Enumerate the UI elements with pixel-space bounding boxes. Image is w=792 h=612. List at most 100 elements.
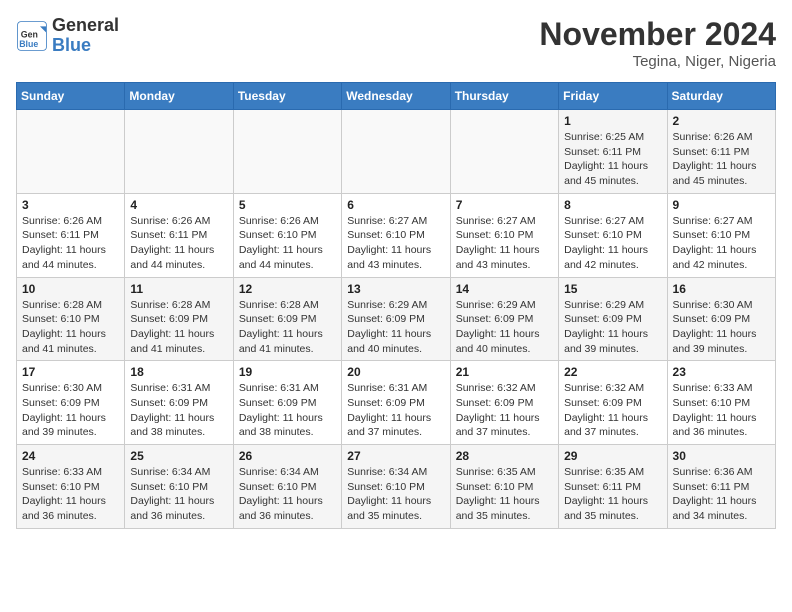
- day-number: 7: [456, 198, 553, 212]
- calendar-week-row: 1 Sunrise: 6:25 AM Sunset: 6:11 PM Daylig…: [17, 110, 776, 194]
- calendar-week-row: 24 Sunrise: 6:33 AM Sunset: 6:10 PM Dayli…: [17, 445, 776, 529]
- day-number: 13: [347, 282, 444, 296]
- day-info: Sunrise: 6:36 AM Sunset: 6:11 PM Dayligh…: [673, 465, 770, 524]
- day-number: 11: [130, 282, 227, 296]
- day-info: Sunrise: 6:33 AM Sunset: 6:10 PM Dayligh…: [673, 381, 770, 440]
- day-number: 20: [347, 365, 444, 379]
- weekday-header: Sunday: [17, 83, 125, 110]
- calendar-day-cell: 1 Sunrise: 6:25 AM Sunset: 6:11 PM Daylig…: [559, 110, 667, 194]
- day-info: Sunrise: 6:27 AM Sunset: 6:10 PM Dayligh…: [456, 214, 553, 273]
- day-info: Sunrise: 6:34 AM Sunset: 6:10 PM Dayligh…: [347, 465, 444, 524]
- day-number: 19: [239, 365, 336, 379]
- calendar-day-cell: 22Sunrise: 6:32 AM Sunset: 6:09 PM Dayli…: [559, 361, 667, 445]
- calendar-day-cell: [450, 110, 558, 194]
- calendar-day-cell: 15Sunrise: 6:29 AM Sunset: 6:09 PM Dayli…: [559, 277, 667, 361]
- page-header: Gen Blue General Blue November 2024 Tegi…: [16, 16, 776, 70]
- day-number: 26: [239, 449, 336, 463]
- month-title: November 2024: [539, 16, 776, 53]
- day-number: 27: [347, 449, 444, 463]
- day-info: Sunrise: 6:26 AM Sunset: 6:10 PM Dayligh…: [239, 214, 336, 273]
- day-number: 23: [673, 365, 770, 379]
- day-number: 16: [673, 282, 770, 296]
- day-number: 21: [456, 365, 553, 379]
- logo: Gen Blue General Blue: [16, 16, 119, 56]
- calendar-day-cell: 19 Sunrise: 6:31 AM Sunset: 6:09 PM Dayli…: [233, 361, 341, 445]
- day-number: 17: [22, 365, 119, 379]
- day-info: Sunrise: 6:25 AM Sunset: 6:11 PM Dayligh…: [564, 130, 661, 189]
- day-info: Sunrise: 6:31 AM Sunset: 6:09 PM Dayligh…: [130, 381, 227, 440]
- calendar-day-cell: 29 Sunrise: 6:35 AM Sunset: 6:11 PM Dayli…: [559, 445, 667, 529]
- day-number: 10: [22, 282, 119, 296]
- day-number: 28: [456, 449, 553, 463]
- day-number: 4: [130, 198, 227, 212]
- day-number: 9: [673, 198, 770, 212]
- calendar-day-cell: 3 Sunrise: 6:26 AM Sunset: 6:11 PM Daylig…: [17, 193, 125, 277]
- calendar-week-row: 17 Sunrise: 6:30 AM Sunset: 6:09 PM Dayli…: [17, 361, 776, 445]
- calendar-day-cell: 11 Sunrise: 6:28 AM Sunset: 6:09 PM Dayli…: [125, 277, 233, 361]
- calendar-day-cell: 28 Sunrise: 6:35 AM Sunset: 6:10 PM Dayli…: [450, 445, 558, 529]
- calendar-day-cell: 25 Sunrise: 6:34 AM Sunset: 6:10 PM Dayli…: [125, 445, 233, 529]
- logo-general-text: General: [52, 16, 119, 36]
- day-info: Sunrise: 6:33 AM Sunset: 6:10 PM Dayligh…: [22, 465, 119, 524]
- calendar-table: SundayMondayTuesdayWednesdayThursdayFrid…: [16, 82, 776, 529]
- calendar-day-cell: 2 Sunrise: 6:26 AM Sunset: 6:11 PM Daylig…: [667, 110, 775, 194]
- day-info: Sunrise: 6:30 AM Sunset: 6:09 PM Dayligh…: [22, 381, 119, 440]
- calendar-day-cell: 6Sunrise: 6:27 AM Sunset: 6:10 PM Daylig…: [342, 193, 450, 277]
- day-number: 3: [22, 198, 119, 212]
- day-number: 29: [564, 449, 661, 463]
- day-number: 8: [564, 198, 661, 212]
- calendar-day-cell: 16 Sunrise: 6:30 AM Sunset: 6:09 PM Dayli…: [667, 277, 775, 361]
- day-info: Sunrise: 6:27 AM Sunset: 6:10 PM Dayligh…: [673, 214, 770, 273]
- day-info: Sunrise: 6:34 AM Sunset: 6:10 PM Dayligh…: [130, 465, 227, 524]
- day-number: 5: [239, 198, 336, 212]
- day-info: Sunrise: 6:32 AM Sunset: 6:09 PM Dayligh…: [456, 381, 553, 440]
- calendar-day-cell: 26Sunrise: 6:34 AM Sunset: 6:10 PM Dayli…: [233, 445, 341, 529]
- location-text: Tegina, Niger, Nigeria: [539, 53, 776, 70]
- calendar-day-cell: 12 Sunrise: 6:28 AM Sunset: 6:09 PM Dayli…: [233, 277, 341, 361]
- day-info: Sunrise: 6:28 AM Sunset: 6:09 PM Dayligh…: [239, 298, 336, 357]
- day-info: Sunrise: 6:28 AM Sunset: 6:09 PM Dayligh…: [130, 298, 227, 357]
- day-info: Sunrise: 6:35 AM Sunset: 6:11 PM Dayligh…: [564, 465, 661, 524]
- calendar-day-cell: 30 Sunrise: 6:36 AM Sunset: 6:11 PM Dayli…: [667, 445, 775, 529]
- logo-icon: Gen Blue: [16, 20, 48, 52]
- calendar-day-cell: 13 Sunrise: 6:29 AM Sunset: 6:09 PM Dayli…: [342, 277, 450, 361]
- weekday-header: Saturday: [667, 83, 775, 110]
- day-info: Sunrise: 6:27 AM Sunset: 6:10 PM Dayligh…: [564, 214, 661, 273]
- calendar-week-row: 10Sunrise: 6:28 AM Sunset: 6:10 PM Dayli…: [17, 277, 776, 361]
- calendar-day-cell: 20Sunrise: 6:31 AM Sunset: 6:09 PM Dayli…: [342, 361, 450, 445]
- day-number: 18: [130, 365, 227, 379]
- svg-text:Gen: Gen: [21, 29, 38, 39]
- calendar-day-cell: 14Sunrise: 6:29 AM Sunset: 6:09 PM Dayli…: [450, 277, 558, 361]
- day-info: Sunrise: 6:35 AM Sunset: 6:10 PM Dayligh…: [456, 465, 553, 524]
- calendar-day-cell: 10Sunrise: 6:28 AM Sunset: 6:10 PM Dayli…: [17, 277, 125, 361]
- calendar-day-cell: 27 Sunrise: 6:34 AM Sunset: 6:10 PM Dayli…: [342, 445, 450, 529]
- day-info: Sunrise: 6:27 AM Sunset: 6:10 PM Dayligh…: [347, 214, 444, 273]
- day-info: Sunrise: 6:30 AM Sunset: 6:09 PM Dayligh…: [673, 298, 770, 357]
- day-info: Sunrise: 6:26 AM Sunset: 6:11 PM Dayligh…: [22, 214, 119, 273]
- calendar-day-cell: 9 Sunrise: 6:27 AM Sunset: 6:10 PM Daylig…: [667, 193, 775, 277]
- calendar-week-row: 3 Sunrise: 6:26 AM Sunset: 6:11 PM Daylig…: [17, 193, 776, 277]
- weekday-header: Thursday: [450, 83, 558, 110]
- day-number: 22: [564, 365, 661, 379]
- day-info: Sunrise: 6:26 AM Sunset: 6:11 PM Dayligh…: [130, 214, 227, 273]
- calendar-day-cell: 4 Sunrise: 6:26 AM Sunset: 6:11 PM Daylig…: [125, 193, 233, 277]
- day-number: 12: [239, 282, 336, 296]
- calendar-header-row: SundayMondayTuesdayWednesdayThursdayFrid…: [17, 83, 776, 110]
- weekday-header: Wednesday: [342, 83, 450, 110]
- day-number: 24: [22, 449, 119, 463]
- day-number: 25: [130, 449, 227, 463]
- day-info: Sunrise: 6:26 AM Sunset: 6:11 PM Dayligh…: [673, 130, 770, 189]
- calendar-day-cell: 24 Sunrise: 6:33 AM Sunset: 6:10 PM Dayli…: [17, 445, 125, 529]
- weekday-header: Monday: [125, 83, 233, 110]
- day-info: Sunrise: 6:29 AM Sunset: 6:09 PM Dayligh…: [347, 298, 444, 357]
- weekday-header: Friday: [559, 83, 667, 110]
- day-number: 2: [673, 114, 770, 128]
- day-number: 30: [673, 449, 770, 463]
- day-info: Sunrise: 6:29 AM Sunset: 6:09 PM Dayligh…: [456, 298, 553, 357]
- calendar-day-cell: 21 Sunrise: 6:32 AM Sunset: 6:09 PM Dayli…: [450, 361, 558, 445]
- day-info: Sunrise: 6:31 AM Sunset: 6:09 PM Dayligh…: [239, 381, 336, 440]
- calendar-day-cell: [342, 110, 450, 194]
- day-number: 1: [564, 114, 661, 128]
- weekday-header: Tuesday: [233, 83, 341, 110]
- day-info: Sunrise: 6:29 AM Sunset: 6:09 PM Dayligh…: [564, 298, 661, 357]
